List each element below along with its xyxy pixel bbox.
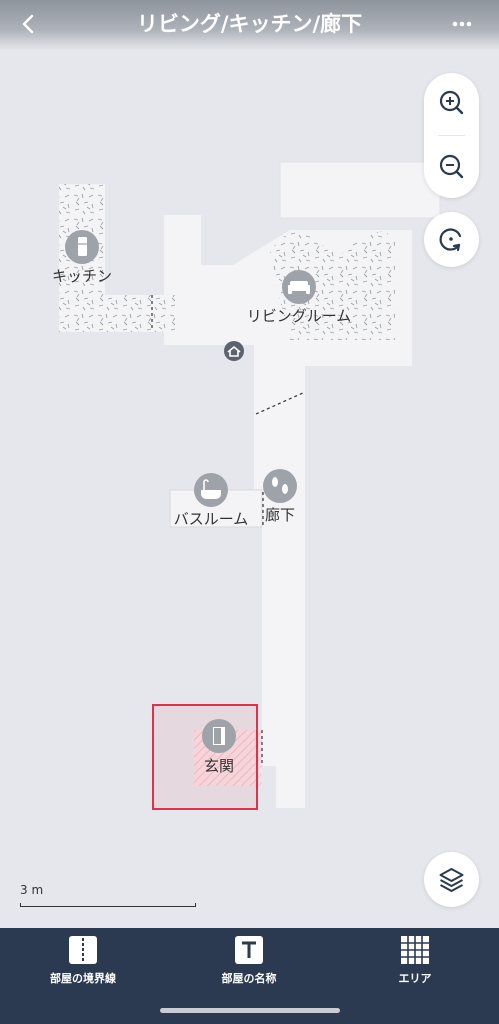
- page-title: リビング/キッチン/廊下: [136, 12, 363, 36]
- back-button[interactable]: [18, 10, 40, 38]
- fridge-icon: [65, 230, 99, 264]
- room-living[interactable]: [164, 161, 441, 366]
- area-tool[interactable]: エリア: [355, 934, 475, 994]
- zoom-out-icon: [439, 154, 464, 179]
- rotate-button[interactable]: [424, 212, 479, 267]
- more-icon: [452, 21, 472, 27]
- zoom-in-button[interactable]: [424, 73, 479, 133]
- grid-icon: [401, 936, 429, 964]
- room-divider-tool[interactable]: 部屋の境界線: [23, 934, 143, 994]
- room-label-entrance: 玄関: [204, 757, 234, 775]
- divider-icon: [69, 936, 97, 964]
- room-label-kitchen: キッチン: [52, 267, 112, 285]
- tool-label-divider: 部屋の境界線: [50, 972, 116, 985]
- top-bar: リビング/キッチン/廊下: [0, 0, 499, 50]
- layers-icon: [439, 868, 464, 892]
- home-icon[interactable]: [224, 341, 244, 361]
- room-label-corridor: 廊下: [265, 506, 295, 524]
- footprints-icon: [263, 469, 297, 503]
- sofa-icon: [282, 270, 316, 304]
- door-icon: [202, 719, 236, 753]
- more-button[interactable]: [447, 10, 477, 38]
- room-label-bathroom: バスルーム: [174, 510, 249, 528]
- zoom-controls: [424, 73, 479, 198]
- bottom-toolbar: 部屋の境界線 部屋の名称 エリア: [0, 928, 499, 1024]
- scale-label: 3 m: [20, 883, 44, 897]
- tool-label-name: 部屋の名称: [221, 972, 277, 985]
- room-name-tool[interactable]: 部屋の名称: [189, 934, 309, 994]
- zoom-in-icon: [439, 90, 464, 115]
- room-label-living: リビングルーム: [247, 307, 352, 325]
- text-icon: [235, 936, 263, 964]
- bathtub-icon: [194, 473, 228, 507]
- chevron-left-icon: [22, 14, 34, 34]
- zoom-out-button[interactable]: [424, 137, 479, 197]
- tool-label-area: エリア: [398, 972, 432, 985]
- zoom-separator: [438, 135, 465, 136]
- layers-button[interactable]: [424, 852, 479, 907]
- scale-bar: [20, 903, 196, 907]
- rotate-icon: [439, 228, 462, 252]
- home-indicator[interactable]: [160, 1008, 340, 1013]
